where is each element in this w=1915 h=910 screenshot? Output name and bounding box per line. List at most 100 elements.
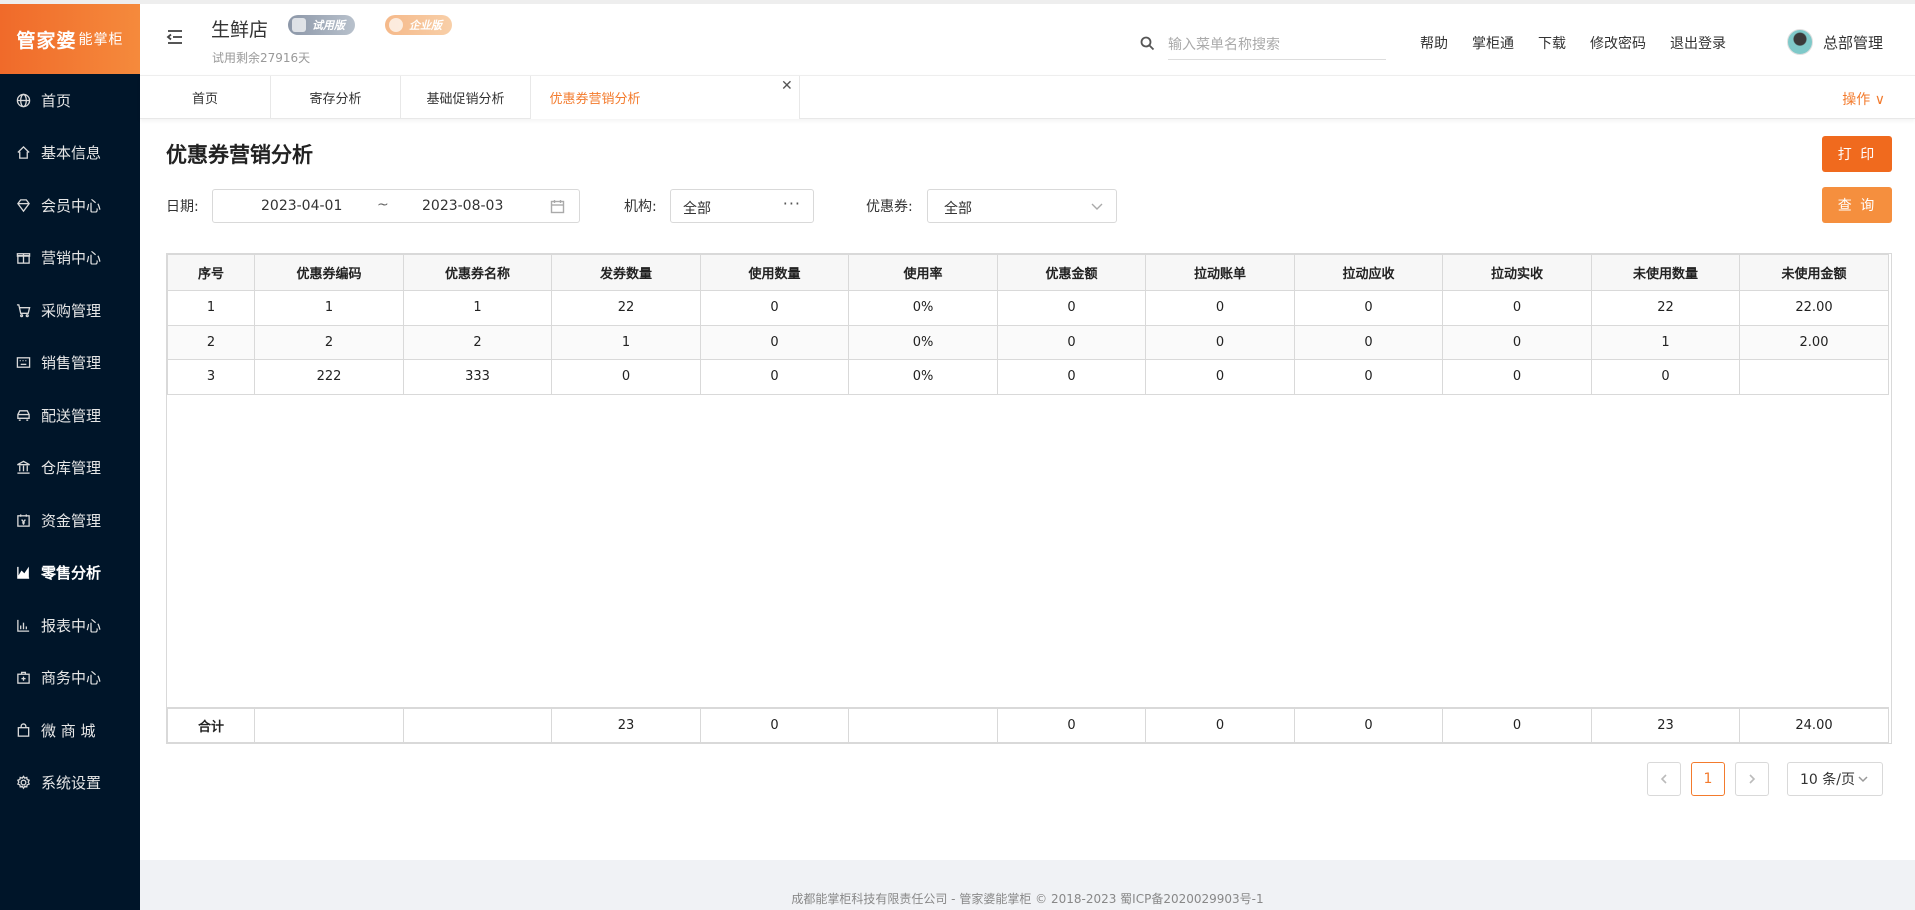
- tab-home[interactable]: 首页: [140, 76, 271, 119]
- summary-cell: 0: [1442, 706, 1592, 743]
- column-header[interactable]: 发券数量: [551, 254, 701, 291]
- download-link[interactable]: 下载: [1538, 33, 1566, 53]
- sidebar-item-delivery[interactable]: 配送管理: [0, 389, 140, 442]
- summary-table: 合计 23 0 0 0 0 0 23 24.00: [167, 706, 1889, 743]
- logout-link[interactable]: 退出登录: [1670, 33, 1726, 53]
- logo-sub-text: 能掌柜: [78, 32, 124, 48]
- car-icon: [15, 407, 31, 423]
- trial-remaining: 试用剩余27916天: [212, 51, 311, 65]
- page-size-select[interactable]: 10 条/页: [1787, 762, 1883, 796]
- print-button[interactable]: 打 印: [1822, 136, 1892, 172]
- table-cell: 0: [1145, 324, 1295, 360]
- date-range-picker[interactable]: 2023-04-01 ~ 2023-08-03: [212, 189, 580, 223]
- help-link[interactable]: 帮助: [1420, 33, 1448, 53]
- summary-cell: 0: [700, 706, 849, 743]
- table-cell: 3: [167, 359, 255, 395]
- date-start[interactable]: 2023-04-01: [261, 198, 342, 214]
- table-cell: 1: [167, 290, 255, 326]
- table-cell: 0: [1591, 359, 1740, 395]
- search-input[interactable]: [1168, 30, 1386, 60]
- sidebar-item-basic-info[interactable]: 基本信息: [0, 127, 140, 180]
- table-cell: 0: [1145, 290, 1295, 326]
- coupon-select[interactable]: 全部: [927, 189, 1117, 223]
- coupon-value: 全部: [944, 201, 972, 217]
- sidebar-item-label: 会员中心: [41, 196, 102, 215]
- app-logo[interactable]: 管家婆 能掌柜: [0, 0, 140, 74]
- sidebar-item-mall[interactable]: 微 商 城: [0, 704, 140, 757]
- table-row[interactable]: 1 1 1 22 0 0% 0 0 0 0 22 22.00: [167, 290, 1889, 326]
- coupon-label: 优惠券:: [866, 199, 913, 215]
- table-cell: 0: [1442, 359, 1592, 395]
- zhangguitong-link[interactable]: 掌柜通: [1472, 33, 1514, 53]
- sidebar-item-label: 资金管理: [41, 511, 102, 530]
- chevron-right-icon: [1749, 774, 1756, 784]
- tab-coupon-marketing-analysis[interactable]: 优惠券营销分析: [531, 76, 800, 119]
- area-chart-icon: [15, 565, 31, 581]
- store-name[interactable]: 生鲜店: [211, 15, 268, 42]
- data-table: 序号 优惠券编码 优惠券名称 发券数量 使用数量 使用率 优惠金额 拉动账单 拉动应收 拉动实收未…: [167, 254, 1889, 395]
- org-select[interactable]: 全部 ···: [670, 189, 814, 223]
- org-label: 机构:: [624, 199, 657, 215]
- column-header[interactable]: 优惠金额: [997, 254, 1146, 291]
- table-cell: 0: [1294, 324, 1443, 360]
- enterprise-badge: 企业版: [385, 15, 452, 35]
- user-menu[interactable]: 总部管理: [1787, 29, 1883, 55]
- calendar-yen-icon: [15, 512, 31, 528]
- tab-basic-promotion-analysis[interactable]: 基础促销分析: [401, 76, 531, 119]
- query-button[interactable]: 查 询: [1822, 187, 1892, 223]
- summary-cell: [848, 706, 998, 743]
- sidebar-item-label: 微 商 城: [41, 721, 96, 740]
- sidebar-item-label: 商务中心: [41, 669, 102, 688]
- coupon-analysis-table: 序号 优惠券编码 优惠券名称 发券数量 使用数量 使用率 优惠金额 拉动账单 拉动应收 拉动实收未…: [166, 253, 1892, 744]
- top-header: 生鲜店 试用版 企业版 试用剩余27916天 帮助 掌柜通 下载 修改密码 退出…: [140, 0, 1915, 75]
- sidebar-item-settings[interactable]: 系统设置: [0, 757, 140, 810]
- sidebar-item-marketing[interactable]: 营销中心: [0, 232, 140, 285]
- header-links: 帮助 掌柜通 下载 修改密码 退出登录: [1420, 33, 1726, 53]
- sidebar-item-home[interactable]: 首页: [0, 74, 140, 127]
- close-icon[interactable]: ✕: [781, 78, 793, 94]
- next-page-button[interactable]: [1735, 762, 1769, 796]
- change-password-link[interactable]: 修改密码: [1590, 33, 1646, 53]
- diamond-icon: [15, 197, 31, 213]
- org-value: 全部: [683, 201, 711, 217]
- sidebar-item-purchase[interactable]: 采购管理: [0, 284, 140, 337]
- summary-cell: 23: [551, 706, 701, 743]
- sidebar-item-member[interactable]: 会员中心: [0, 179, 140, 232]
- column-header[interactable]: 拉动实收: [1442, 254, 1592, 291]
- table-row[interactable]: 3 222 333 0 0 0% 0 0 0 0 0: [167, 359, 1889, 395]
- sidebar-item-business[interactable]: 商务中心: [0, 652, 140, 705]
- table-row[interactable]: 2 2 2 1 0 0% 0 0 0 0 1 2.00: [167, 324, 1889, 360]
- column-header[interactable]: 拉动应收: [1294, 254, 1443, 291]
- column-header[interactable]: 拉动账单: [1145, 254, 1295, 291]
- sidebar-item-retail-analysis[interactable]: 零售分析: [0, 547, 140, 600]
- column-header[interactable]: 优惠券编码: [254, 254, 404, 291]
- sidebar-item-label: 基本信息: [41, 144, 102, 163]
- table-cell: 0: [700, 290, 849, 326]
- search-icon[interactable]: [1140, 36, 1155, 51]
- prev-page-button[interactable]: [1647, 762, 1681, 796]
- date-end[interactable]: 2023-08-03: [422, 198, 503, 214]
- sidebar-item-warehouse[interactable]: 仓库管理: [0, 442, 140, 495]
- sidebar-item-label: 营销中心: [41, 249, 102, 268]
- summary-cell: [254, 706, 404, 743]
- column-header[interactable]: 未使用金额: [1739, 254, 1889, 291]
- footer-copyright: 成都能掌柜科技有限责任公司 - 管家婆能掌柜 © 2018-2023 蜀ICP备…: [791, 891, 1264, 906]
- avatar: [1787, 29, 1813, 55]
- more-icon[interactable]: ···: [783, 194, 801, 213]
- page-number-button[interactable]: 1: [1691, 762, 1725, 796]
- column-header[interactable]: 使用数量: [700, 254, 849, 291]
- menu-fold-icon[interactable]: [166, 28, 184, 46]
- sidebar-item-finance[interactable]: 资金管理: [0, 494, 140, 547]
- sidebar-item-reports[interactable]: 报表中心: [0, 599, 140, 652]
- trial-badge-label: 试用版: [312, 19, 345, 32]
- sidebar-item-label: 零售分析: [41, 564, 102, 583]
- column-header[interactable]: 使用率: [848, 254, 998, 291]
- column-header[interactable]: 优惠券名称: [403, 254, 552, 291]
- column-header[interactable]: 未使用数量: [1591, 254, 1740, 291]
- column-header[interactable]: 序号: [167, 254, 255, 291]
- sidebar-item-sales[interactable]: 销售管理: [0, 337, 140, 390]
- settings-icon: [15, 775, 31, 791]
- tab-deposit-analysis[interactable]: 寄存分析: [271, 76, 401, 119]
- cart-icon: [15, 302, 31, 318]
- tab-operations-dropdown[interactable]: 操作 ∨: [1842, 89, 1885, 109]
